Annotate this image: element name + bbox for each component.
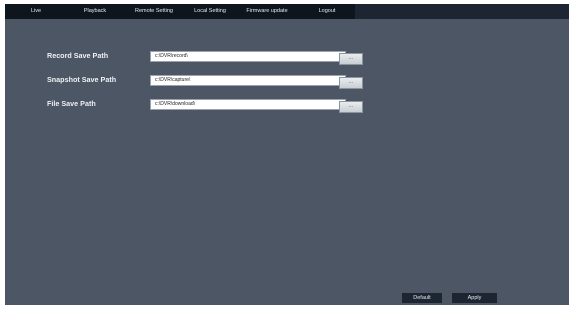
menu-item-remote-setting[interactable]: Remote Setting <box>123 4 185 19</box>
snapshot-path-label: Snapshot Save Path <box>47 75 117 84</box>
file-path-input[interactable]: c:\DVR\download\ <box>150 99 346 110</box>
apply-button[interactable]: Apply <box>452 293 497 303</box>
record-path-row: Record Save Path c:\DVR\record\ ... <box>5 51 569 65</box>
snapshot-path-input[interactable]: c:\DVR\capture\ <box>150 75 346 86</box>
menu-item-playback[interactable]: Playback <box>67 4 123 19</box>
snapshot-path-browse-button[interactable]: ... <box>339 77 363 89</box>
record-path-label: Record Save Path <box>47 51 109 60</box>
record-path-input[interactable]: c:\DVR\record\ <box>150 51 346 62</box>
top-bar: Live Playback Remote Setting Local Setti… <box>5 4 569 19</box>
menu-item-live[interactable]: Live <box>5 4 67 19</box>
default-button[interactable]: Default <box>402 293 442 303</box>
file-path-row: File Save Path c:\DVR\download\ ... <box>5 99 569 113</box>
menu-item-firmware-update[interactable]: Firmware update <box>235 4 299 19</box>
record-path-browse-button[interactable]: ... <box>339 53 363 65</box>
file-path-label: File Save Path <box>47 99 96 108</box>
menu-item-logout[interactable]: Logout <box>299 4 355 19</box>
main-menu: Live Playback Remote Setting Local Setti… <box>5 4 355 19</box>
app-window: Live Playback Remote Setting Local Setti… <box>5 4 569 305</box>
file-path-browse-button[interactable]: ... <box>339 101 363 113</box>
menu-item-local-setting[interactable]: Local Setting <box>185 4 235 19</box>
snapshot-path-row: Snapshot Save Path c:\DVR\capture\ ... <box>5 75 569 89</box>
